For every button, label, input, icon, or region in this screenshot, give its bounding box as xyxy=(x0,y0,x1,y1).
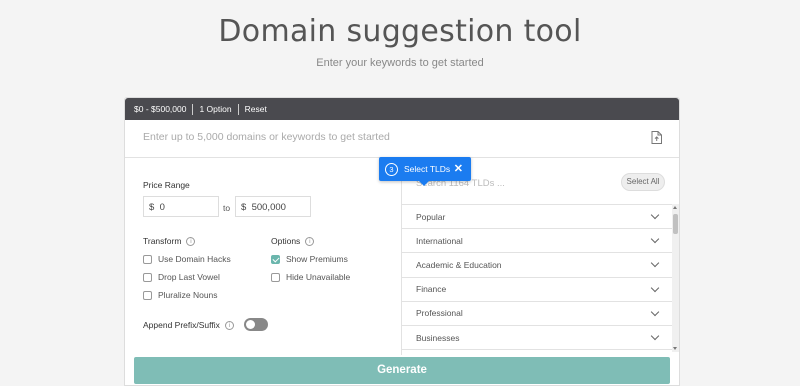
tld-category-international[interactable]: International xyxy=(402,229,672,254)
page-subtitle: Enter your keywords to get started xyxy=(316,57,484,69)
transform-label: Transform xyxy=(143,236,182,246)
price-range-label: Price Range xyxy=(143,180,190,190)
options-heading: Options i xyxy=(271,236,315,247)
checkbox-label: Hide Unavailable xyxy=(286,272,351,282)
filter-summary-bar: $0 - $500,000 1 Option Reset xyxy=(125,98,679,120)
to-label: to xyxy=(223,203,231,213)
checkbox-box-checked[interactable] xyxy=(271,254,280,264)
toggle-knob xyxy=(246,320,255,329)
tld-category-academic-education[interactable]: Academic & Education xyxy=(402,253,672,278)
hide-unavailable-checkbox[interactable]: Hide Unavailable xyxy=(271,272,350,282)
scroll-down-arrow-icon[interactable] xyxy=(673,347,677,350)
pluralize-nouns-checkbox[interactable]: Pluralize Nouns xyxy=(143,290,218,300)
tld-category-popular[interactable]: Popular xyxy=(402,205,672,230)
chevron-down-icon xyxy=(650,307,660,317)
chevron-down-icon xyxy=(650,331,660,341)
category-label: Finance xyxy=(416,284,447,295)
close-icon[interactable]: ✕ xyxy=(454,162,463,175)
min-currency: $ xyxy=(149,202,155,213)
options-summary[interactable]: 1 Option xyxy=(193,104,237,114)
chevron-down-icon xyxy=(650,283,660,292)
chevron-down-icon xyxy=(650,235,660,244)
keyword-input[interactable] xyxy=(143,131,633,143)
filters-panel: Price Range $ 0 to $ 500,000 Transform i … xyxy=(125,159,402,355)
chevron-down-icon xyxy=(650,210,660,220)
checkbox-label: Show Premiums xyxy=(286,254,348,264)
max-price-input[interactable]: $ 500,000 xyxy=(235,196,311,217)
category-label: International xyxy=(416,235,463,246)
max-price-value: 500,000 xyxy=(251,202,286,213)
use-domain-hacks-checkbox[interactable]: Use Domain Hacks xyxy=(143,254,231,264)
tld-category-businesses[interactable]: Businesses xyxy=(402,326,672,351)
domain-tool-panel: $0 - $500,000 1 Option Reset Price Range… xyxy=(124,97,680,386)
tld-category-list: Popular International Academic & Educati… xyxy=(402,204,672,351)
generate-button[interactable]: Generate xyxy=(134,357,670,384)
min-price-value: 0 xyxy=(159,202,165,213)
select-all-button[interactable]: Select All xyxy=(621,173,665,191)
file-upload-icon[interactable] xyxy=(651,131,662,144)
chevron-down-icon xyxy=(650,259,660,268)
step-number-badge: 3 xyxy=(385,162,398,176)
tld-category-professional[interactable]: Professional xyxy=(402,302,672,326)
checkbox-box[interactable] xyxy=(143,290,152,300)
category-label: Professional xyxy=(416,308,463,319)
scroll-up-arrow-icon[interactable] xyxy=(673,206,677,209)
category-label: Academic & Education xyxy=(416,259,502,270)
drop-last-vowel-checkbox[interactable]: Drop Last Vowel xyxy=(143,272,220,282)
checkbox-label: Drop Last Vowel xyxy=(158,272,220,282)
info-icon[interactable]: i xyxy=(305,237,315,247)
checkbox-box[interactable] xyxy=(143,254,152,264)
category-label: Businesses xyxy=(416,332,460,343)
checkbox-box[interactable] xyxy=(143,272,152,282)
tld-category-finance[interactable]: Finance xyxy=(402,278,672,302)
show-premiums-checkbox[interactable]: Show Premiums xyxy=(271,254,348,264)
info-icon[interactable]: i xyxy=(224,321,234,331)
min-price-input[interactable]: $ 0 xyxy=(143,196,219,217)
tld-panel: Search 1164 TLDs ... Select All Popular … xyxy=(402,159,680,355)
append-label: Append Prefix/Suffix xyxy=(143,320,220,330)
append-heading: Append Prefix/Suffix i xyxy=(143,320,234,331)
tooltip-label: Select TLDs xyxy=(404,164,451,174)
append-prefix-suffix-toggle[interactable] xyxy=(244,318,268,331)
tld-scrollbar[interactable] xyxy=(672,204,679,352)
keyword-input-row xyxy=(125,120,679,158)
page-title: Domain suggestion tool xyxy=(218,14,582,49)
transform-heading: Transform i xyxy=(143,236,196,247)
checkbox-label: Pluralize Nouns xyxy=(158,290,218,300)
scroll-thumb[interactable] xyxy=(673,214,678,234)
checkbox-box[interactable] xyxy=(271,272,280,282)
max-currency: $ xyxy=(241,202,247,213)
reset-button[interactable]: Reset xyxy=(239,104,273,114)
category-label: Popular xyxy=(416,211,446,222)
select-tlds-tooltip: 3 Select TLDs ✕ xyxy=(379,157,471,186)
options-label: Options xyxy=(271,236,301,246)
checkbox-label: Use Domain Hacks xyxy=(158,254,231,264)
info-icon[interactable]: i xyxy=(186,237,196,247)
price-summary[interactable]: $0 - $500,000 xyxy=(134,104,192,114)
